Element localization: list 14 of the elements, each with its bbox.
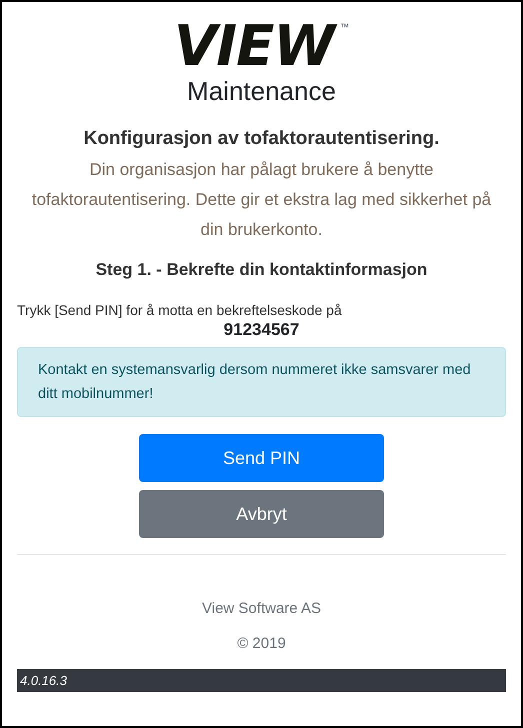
page-title: Konfigurasjon av tofaktorautentisering. bbox=[82, 127, 440, 151]
step-heading: Steg 1. - Bekrefte din kontaktinformasjon bbox=[94, 259, 428, 281]
intro-text: Din organisasjon har pålagt brukere å benytte tofaktorautentisering. Dette gir et ekstra lag med sikkerhet på din brukerkonto. bbox=[30, 159, 492, 241]
version-bar: 4.0.16.3 bbox=[17, 669, 506, 692]
phone-number: 91234567 bbox=[222, 319, 300, 341]
trademark-mark: ™ bbox=[340, 22, 350, 32]
send-pin-button[interactable]: Send PIN bbox=[139, 434, 384, 482]
cancel-button[interactable]: Avbryt bbox=[139, 490, 384, 538]
company-name: View Software AS bbox=[201, 599, 322, 619]
info-alert: Kontakt en systemansvarlig dersom nummeret ikke samsvarer med ditt mobilnummer! bbox=[17, 347, 506, 417]
logo: VIEW bbox=[174, 22, 340, 72]
app-name: Maintenance bbox=[186, 75, 337, 107]
instruction-text: Trykk [Send PIN] for å motta en bekreftelseskode på bbox=[17, 301, 343, 319]
copyright-text: © 2019 bbox=[236, 634, 287, 654]
